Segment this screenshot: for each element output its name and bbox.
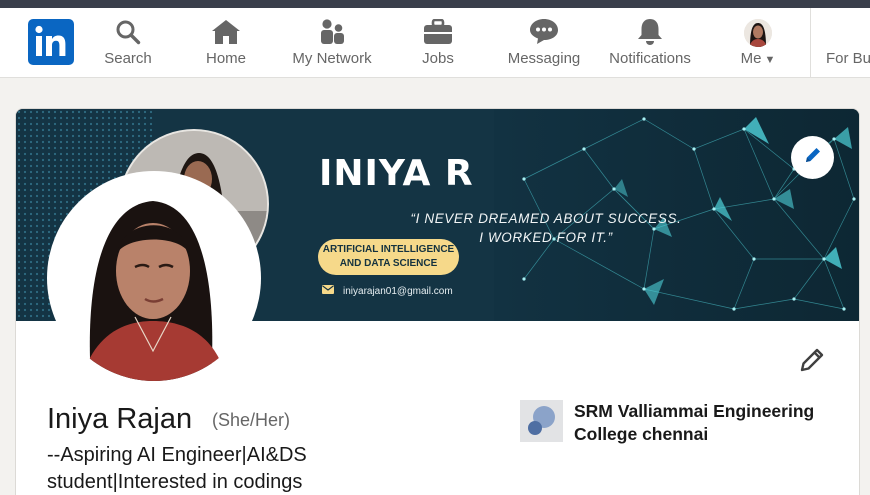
banner-name: INIYA R [319, 153, 474, 194]
edit-banner-button[interactable] [791, 136, 834, 179]
nav-search-label: Search [104, 50, 152, 67]
nav-jobs-label: Jobs [422, 50, 454, 67]
pencil-icon [803, 145, 823, 170]
nav-for-business[interactable]: For Bu [826, 8, 870, 78]
chevron-down-icon: ▼ [764, 54, 776, 66]
profile-pronouns: (She/Her) [212, 410, 291, 430]
user-avatar [744, 19, 772, 47]
nav-home[interactable]: Home [196, 8, 256, 78]
edit-profile-button[interactable] [796, 346, 828, 378]
nav-my-network-label: My Network [292, 50, 372, 67]
pencil-icon [798, 346, 826, 379]
nav-home-label: Home [205, 50, 246, 67]
profile-headline: --Aspiring AI Engineer|AI&DS student|Int… [47, 444, 307, 493]
nav-search[interactable]: Search [98, 8, 158, 78]
nav-jobs[interactable]: Jobs [408, 8, 468, 78]
nav-me-label: Me ▼ [741, 50, 776, 67]
profile-name: Iniya Rajan [47, 403, 193, 435]
college-logo [520, 400, 563, 442]
banner-email: iniyarajan01@gmail.com [322, 285, 453, 297]
education-entry[interactable]: SRM Valliammai Engineering College chenn… [520, 400, 834, 446]
nav-messaging-label: Messaging [507, 50, 581, 67]
briefcase-icon [423, 8, 453, 48]
home-icon [211, 8, 241, 48]
me-text: Me [740, 50, 762, 67]
nav-notifications[interactable]: Notifications [604, 8, 696, 78]
search-icon [115, 8, 141, 48]
global-nav: Search Home My Network Jobs Messaging No… [0, 8, 870, 78]
message-icon [529, 8, 559, 48]
nav-divider [810, 8, 811, 78]
nav-me[interactable]: Me ▼ [728, 8, 788, 78]
nav-notifications-label: Notifications [609, 50, 691, 67]
nav-for-business-label: For Bu [826, 50, 870, 67]
mail-icon [322, 285, 334, 297]
nav-messaging[interactable]: Messaging [504, 8, 584, 78]
pill-line1: ARTIFICIAL INTELLIGENCE [322, 244, 455, 255]
banner-email-text: iniyarajan01@gmail.com [343, 285, 453, 297]
banner-quote-line1: “I NEVER DREAMED ABOUT SUCCESS. [410, 211, 682, 226]
profile-photo[interactable] [47, 171, 261, 385]
banner-specialization-pill: ARTIFICIAL INTELLIGENCE AND DATA SCIENCE [318, 239, 459, 275]
bell-icon [636, 8, 664, 48]
window-top-strip [0, 0, 870, 8]
pill-line2: AND DATA SCIENCE [339, 258, 438, 269]
profile-card: INIYA R “I NEVER DREAMED ABOUT SUCCESS. … [15, 108, 860, 495]
nav-my-network[interactable]: My Network [286, 8, 378, 78]
education-name: SRM Valliammai Engineering College chenn… [574, 401, 815, 444]
network-icon [318, 8, 346, 48]
linkedin-logo[interactable] [28, 19, 74, 65]
